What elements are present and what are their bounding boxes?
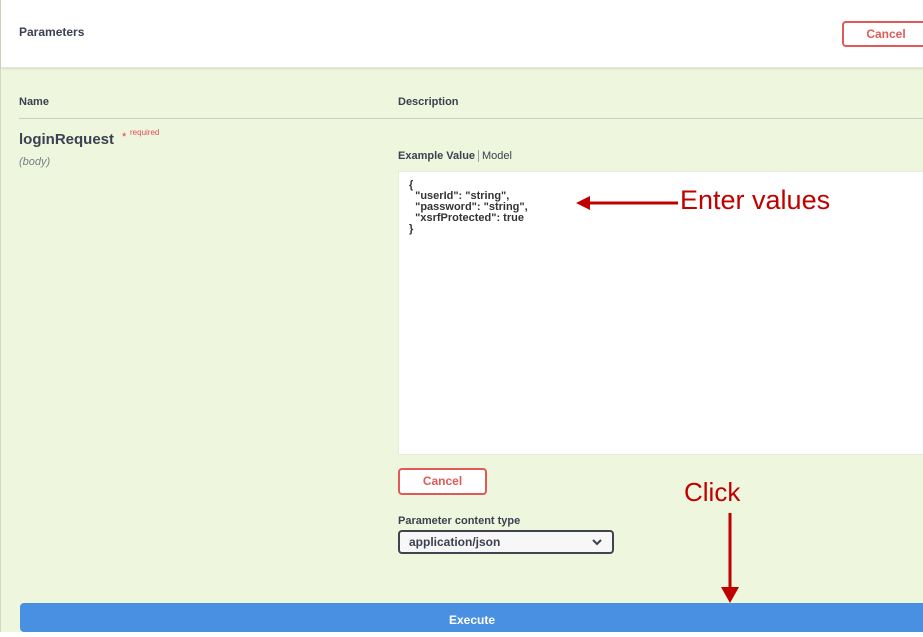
content-type-select[interactable]: application/json <box>398 530 614 554</box>
parameter-name: loginRequest <box>19 131 115 148</box>
execute-button[interactable]: Execute <box>20 603 923 632</box>
chevron-down-icon <box>592 539 602 546</box>
parameters-title: Parameters <box>19 25 85 39</box>
arrow-left-icon <box>576 196 678 210</box>
content-type-value: application/json <box>409 535 501 549</box>
content-type-label: Parameter content type <box>398 515 521 527</box>
parameters-header: Parameters Cancel <box>1 0 923 68</box>
parameter-location: (body) <box>19 156 51 168</box>
click-annotation: Click <box>684 477 741 507</box>
description-column-header: Description <box>398 96 459 108</box>
parameters-panel: Parameters Cancel Name Description login… <box>0 0 923 632</box>
required-star: * <box>122 131 127 143</box>
enter-values-annotation: Enter values <box>680 185 831 215</box>
arrow-down-icon <box>721 513 739 603</box>
cancel-button[interactable]: Cancel <box>398 468 487 495</box>
required-label: required <box>130 128 160 137</box>
request-body-editor[interactable]: { "userId": "string", "password": "strin… <box>398 171 923 455</box>
header-divider <box>19 118 923 119</box>
tab-model[interactable]: Model <box>482 150 512 162</box>
cancel-try-out-button[interactable]: Cancel <box>842 21 923 47</box>
name-column-header: Name <box>19 96 49 108</box>
tab-example-value[interactable]: Example Value <box>398 150 480 162</box>
